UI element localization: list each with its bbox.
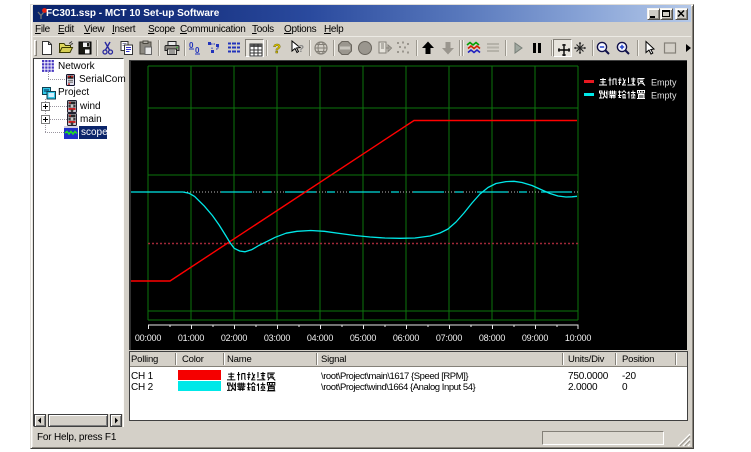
svg-text:01:000: 01:000 <box>178 333 205 343</box>
svg-text:10:000: 10:000 <box>565 333 592 343</box>
svg-text:07:000: 07:000 <box>436 333 463 343</box>
svg-text:02:000: 02:000 <box>221 333 248 343</box>
svg-text:Empty: Empty <box>651 91 677 101</box>
svg-text:03:000: 03:000 <box>264 333 291 343</box>
svg-text:04:000: 04:000 <box>307 333 334 343</box>
svg-text:?: ? <box>298 44 304 55</box>
svg-text:Empty: Empty <box>651 78 677 88</box>
svg-text:06:000: 06:000 <box>393 333 420 343</box>
svg-text:?: ? <box>273 41 281 56</box>
svg-text:05:000: 05:000 <box>350 333 377 343</box>
svg-text:09:000: 09:000 <box>522 333 549 343</box>
svg-text:00:000: 00:000 <box>135 333 162 343</box>
svg-text:08:000: 08:000 <box>479 333 506 343</box>
